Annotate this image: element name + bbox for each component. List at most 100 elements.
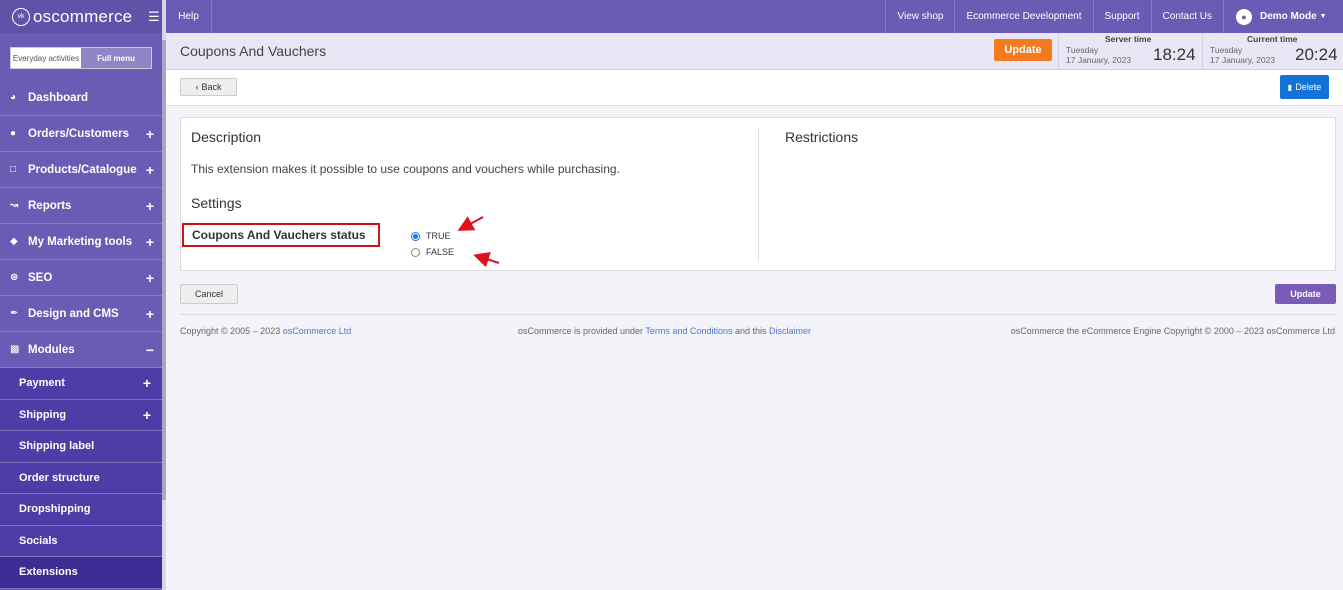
server-date: 17 January, 2023 — [1066, 55, 1132, 65]
brand-name: oscommerce — [33, 6, 133, 26]
current-date: 17 January, 2023 — [1210, 55, 1276, 65]
sidebar-subitem-label: Shipping label — [19, 440, 95, 453]
top-bar: Help View shop Ecommerce Development Sup… — [166, 0, 1343, 33]
server-time: Server time Tuesday 17 January, 2023 18:… — [1058, 33, 1202, 70]
sidebar-subitem-label: Socials — [19, 534, 58, 547]
extension-panel: Description This extension makes it poss… — [180, 117, 1336, 271]
panel-divider — [758, 128, 759, 261]
expand-icon[interactable]: + — [146, 198, 154, 214]
sidebar-item-reports[interactable]: ↝ Reports + — [0, 188, 162, 224]
disclaimer-link[interactable]: Disclaimer — [769, 326, 811, 336]
help-link[interactable]: Help — [166, 0, 212, 33]
chart-icon: ↝ — [10, 200, 19, 211]
everyday-activities-tab[interactable]: Everyday activities — [11, 48, 81, 68]
collapse-icon[interactable]: − — [146, 342, 154, 358]
expand-icon[interactable]: + — [146, 234, 154, 250]
oscommerce-ltd-link[interactable]: osCommerce Ltd — [283, 326, 352, 336]
sitemap-icon: ⊛ — [10, 272, 19, 283]
sidebar-item-label: Reports — [28, 199, 72, 212]
sidebar-item-label: My Marketing tools — [28, 235, 133, 248]
sidebar-subitem-label: Shipping — [19, 408, 67, 421]
expand-icon[interactable]: + — [143, 407, 151, 423]
oscommerce-logo-icon: vk — [12, 7, 30, 26]
sidebar-subitem-shipping-label[interactable]: Shipping label — [0, 431, 162, 463]
user-icon: ● — [1236, 8, 1252, 25]
sidebar-item-orders-customers[interactable]: ● Orders/Customers + — [0, 116, 162, 152]
caret-down-icon: ▼ — [1319, 13, 1327, 20]
menu-mode-toggle: Everyday activities Full menu — [10, 47, 152, 69]
hamburger-menu-icon[interactable]: ☰ — [148, 9, 160, 25]
view-shop-link[interactable]: View shop — [885, 0, 954, 33]
server-clock: 18:24 — [1153, 45, 1196, 64]
delete-button[interactable]: ▮ Delete — [1280, 75, 1329, 99]
contact-us-link[interactable]: Contact Us — [1150, 0, 1223, 33]
arrow-to-true — [457, 216, 484, 231]
current-time: Current time Tuesday 17 January, 2023 20… — [1202, 33, 1343, 70]
sidebar-item-label: Orders/Customers — [28, 127, 129, 140]
sidebar-scrollbar-thumb[interactable] — [162, 40, 166, 500]
back-button[interactable]: ‹ Back — [180, 78, 237, 96]
sidebar-item-label: Dashboard — [28, 91, 89, 104]
sidebar-subitem-label: Payment — [19, 377, 65, 390]
user-name: Demo Mode — [1260, 11, 1317, 22]
expand-icon[interactable]: + — [146, 162, 154, 178]
users-icon: ● — [10, 128, 17, 139]
update-button[interactable]: Update — [1275, 284, 1336, 304]
folder-icon: □ — [10, 164, 17, 175]
footer-middle: osCommerce is provided under Terms and C… — [518, 326, 811, 336]
sidebar-subitem-extensions[interactable]: Extensions — [0, 557, 162, 589]
user-menu[interactable]: ● Demo Mode ▼ — [1223, 0, 1343, 33]
expand-icon[interactable]: + — [143, 375, 151, 391]
action-bar: ‹ Back ▮ Delete — [166, 70, 1343, 106]
sidebar-subitem-shipping[interactable]: Shipping + — [0, 399, 162, 431]
footer-divider — [180, 314, 1336, 315]
arrow-to-false — [473, 252, 500, 268]
support-link[interactable]: Support — [1092, 0, 1151, 33]
restrictions-title: Restrictions — [785, 129, 859, 145]
sidebar-subitem-socials[interactable]: Socials — [0, 525, 162, 557]
cancel-button[interactable]: Cancel — [180, 284, 238, 304]
sidebar: vk oscommerce ☰ Everyday activities Full… — [0, 0, 162, 590]
annotation-arrows — [457, 216, 500, 268]
sidebar-item-label: Modules — [28, 343, 75, 356]
header-update-button[interactable]: Update — [994, 39, 1052, 61]
brush-icon: ✒ — [10, 308, 19, 319]
footer-left: Copyright © 2005 – 2023 osCommerce Ltd — [180, 326, 352, 336]
expand-icon[interactable]: + — [146, 270, 154, 286]
sidebar-subitem-label: Extensions — [19, 566, 78, 579]
sidebar-subitem-dropshipping[interactable]: Dropshipping — [0, 494, 162, 526]
sidebar-item-label: Design and CMS — [28, 307, 119, 320]
sidebar-nav: ◕ Dashboard ● Orders/Customers + □ Produ… — [0, 80, 162, 589]
sidebar-item-seo[interactable]: ⊛ SEO + — [0, 260, 162, 296]
footer-right: osCommerce the eCommerce Engine Copyrigh… — [1010, 326, 1335, 336]
trash-icon: ▮ — [1287, 82, 1293, 92]
current-clock: 20:24 — [1295, 45, 1338, 64]
page-header: Coupons And Vauchers Update Server time … — [166, 33, 1343, 70]
sidebar-subitem-order-structure[interactable]: Order structure — [0, 462, 162, 494]
full-menu-tab[interactable]: Full menu — [81, 48, 151, 68]
server-time-label: Server time — [1105, 34, 1152, 44]
sidebar-item-design-cms[interactable]: ✒ Design and CMS + — [0, 296, 162, 332]
sidebar-subitem-label: Dropshipping — [19, 503, 91, 516]
sidebar-subitem-label: Order structure — [19, 471, 100, 484]
terms-link[interactable]: Terms and Conditions — [645, 326, 732, 336]
puzzle-icon: ▩ — [10, 344, 20, 355]
expand-icon[interactable]: + — [146, 306, 154, 322]
sidebar-item-products-catalogue[interactable]: □ Products/Catalogue + — [0, 152, 162, 188]
sidebar-item-marketing-tools[interactable]: ◆ My Marketing tools + — [0, 224, 162, 260]
expand-icon[interactable]: + — [146, 126, 154, 142]
chevron-left-icon: ‹ — [195, 82, 199, 92]
sidebar-subitem-payment[interactable]: Payment + — [0, 368, 162, 400]
dashboard-icon: ◕ — [10, 92, 17, 103]
tag-icon: ◆ — [10, 236, 18, 247]
sidebar-item-modules[interactable]: ▩ Modules − — [0, 332, 162, 368]
current-time-label: Current time — [1247, 34, 1298, 44]
current-day: Tuesday — [1210, 45, 1243, 55]
ecommerce-development-link[interactable]: Ecommerce Development — [954, 0, 1092, 33]
sidebar-item-dashboard[interactable]: ◕ Dashboard — [0, 80, 162, 116]
brand[interactable]: vk oscommerce — [0, 0, 162, 33]
sidebar-item-label: Products/Catalogue — [28, 163, 137, 176]
server-day: Tuesday — [1066, 45, 1099, 55]
sidebar-item-label: SEO — [28, 271, 53, 284]
page-title: Coupons And Vauchers — [180, 43, 327, 59]
